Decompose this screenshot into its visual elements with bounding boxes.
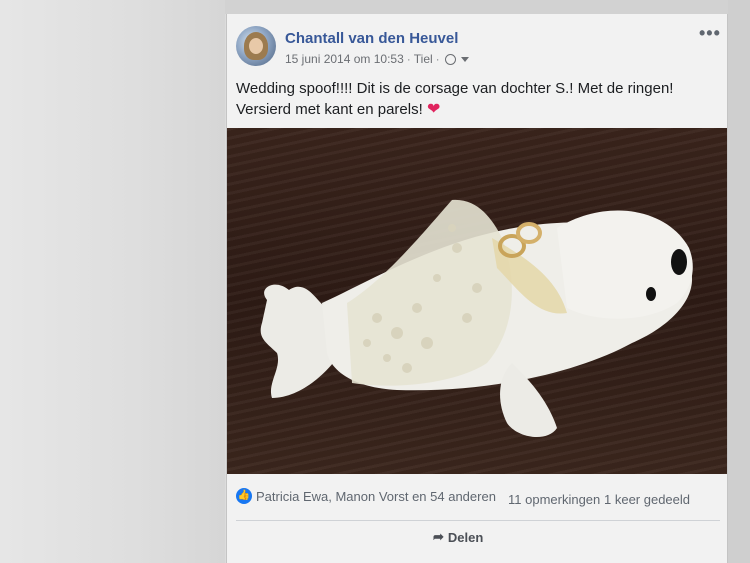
meta-separator: · [406, 52, 411, 66]
post-text-line-2-text: Versierd met kant en parels! [236, 101, 423, 118]
like-icon: 👍 [236, 488, 252, 504]
author-name-link[interactable]: Chantall van den Heuvel [285, 30, 458, 47]
post-text-line-2: Versierd met kant en parels! ❤ [236, 99, 706, 120]
reactions-row: 👍 Patricia Ewa, Manon Vorst en 54 andere… [236, 486, 720, 510]
globe-icon[interactable] [444, 53, 456, 65]
comments-count-link[interactable]: 11 opmerkingen [508, 492, 600, 507]
shares-count-link[interactable]: 1 keer gedeeld [604, 492, 690, 507]
post-date-link[interactable]: 15 juni 2014 om 10:53 [285, 52, 404, 66]
stuffed-seal-illustration [260, 199, 693, 438]
post-text: Wedding spoof!!!! Dit is de corsage van … [236, 78, 706, 120]
seal-nose [671, 249, 687, 275]
lace-wrap [347, 199, 512, 386]
caret-down-icon[interactable] [460, 56, 469, 62]
screen-left-margin [0, 0, 225, 563]
heart-icon: ❤ [426, 101, 441, 118]
avatar-face [249, 38, 263, 54]
share-arrow-icon: ➦ [433, 529, 444, 544]
reaction-names-link[interactable]: Patricia Ewa, Manon Vorst en 54 anderen [256, 489, 496, 504]
share-button-label: Delen [447, 529, 484, 545]
avatar[interactable] [236, 26, 276, 66]
divider [236, 520, 720, 521]
more-options-icon[interactable]: ••• [699, 24, 721, 42]
post-location-link[interactable]: Tiel [414, 52, 433, 66]
share-button[interactable]: ➦ Delen [433, 529, 483, 545]
screen-top-strip [225, 0, 750, 14]
screen-right-margin [728, 0, 750, 563]
meta-separator: · [435, 52, 440, 66]
seal-eye [646, 287, 656, 301]
post-card: Chantall van den Heuvel 15 juni 2014 om … [226, 14, 728, 563]
post-photo[interactable] [227, 128, 727, 474]
post-meta: 15 juni 2014 om 10:53 · Tiel · [285, 52, 469, 66]
post-text-line-1: Wedding spoof!!!! Dit is de corsage van … [236, 80, 674, 97]
